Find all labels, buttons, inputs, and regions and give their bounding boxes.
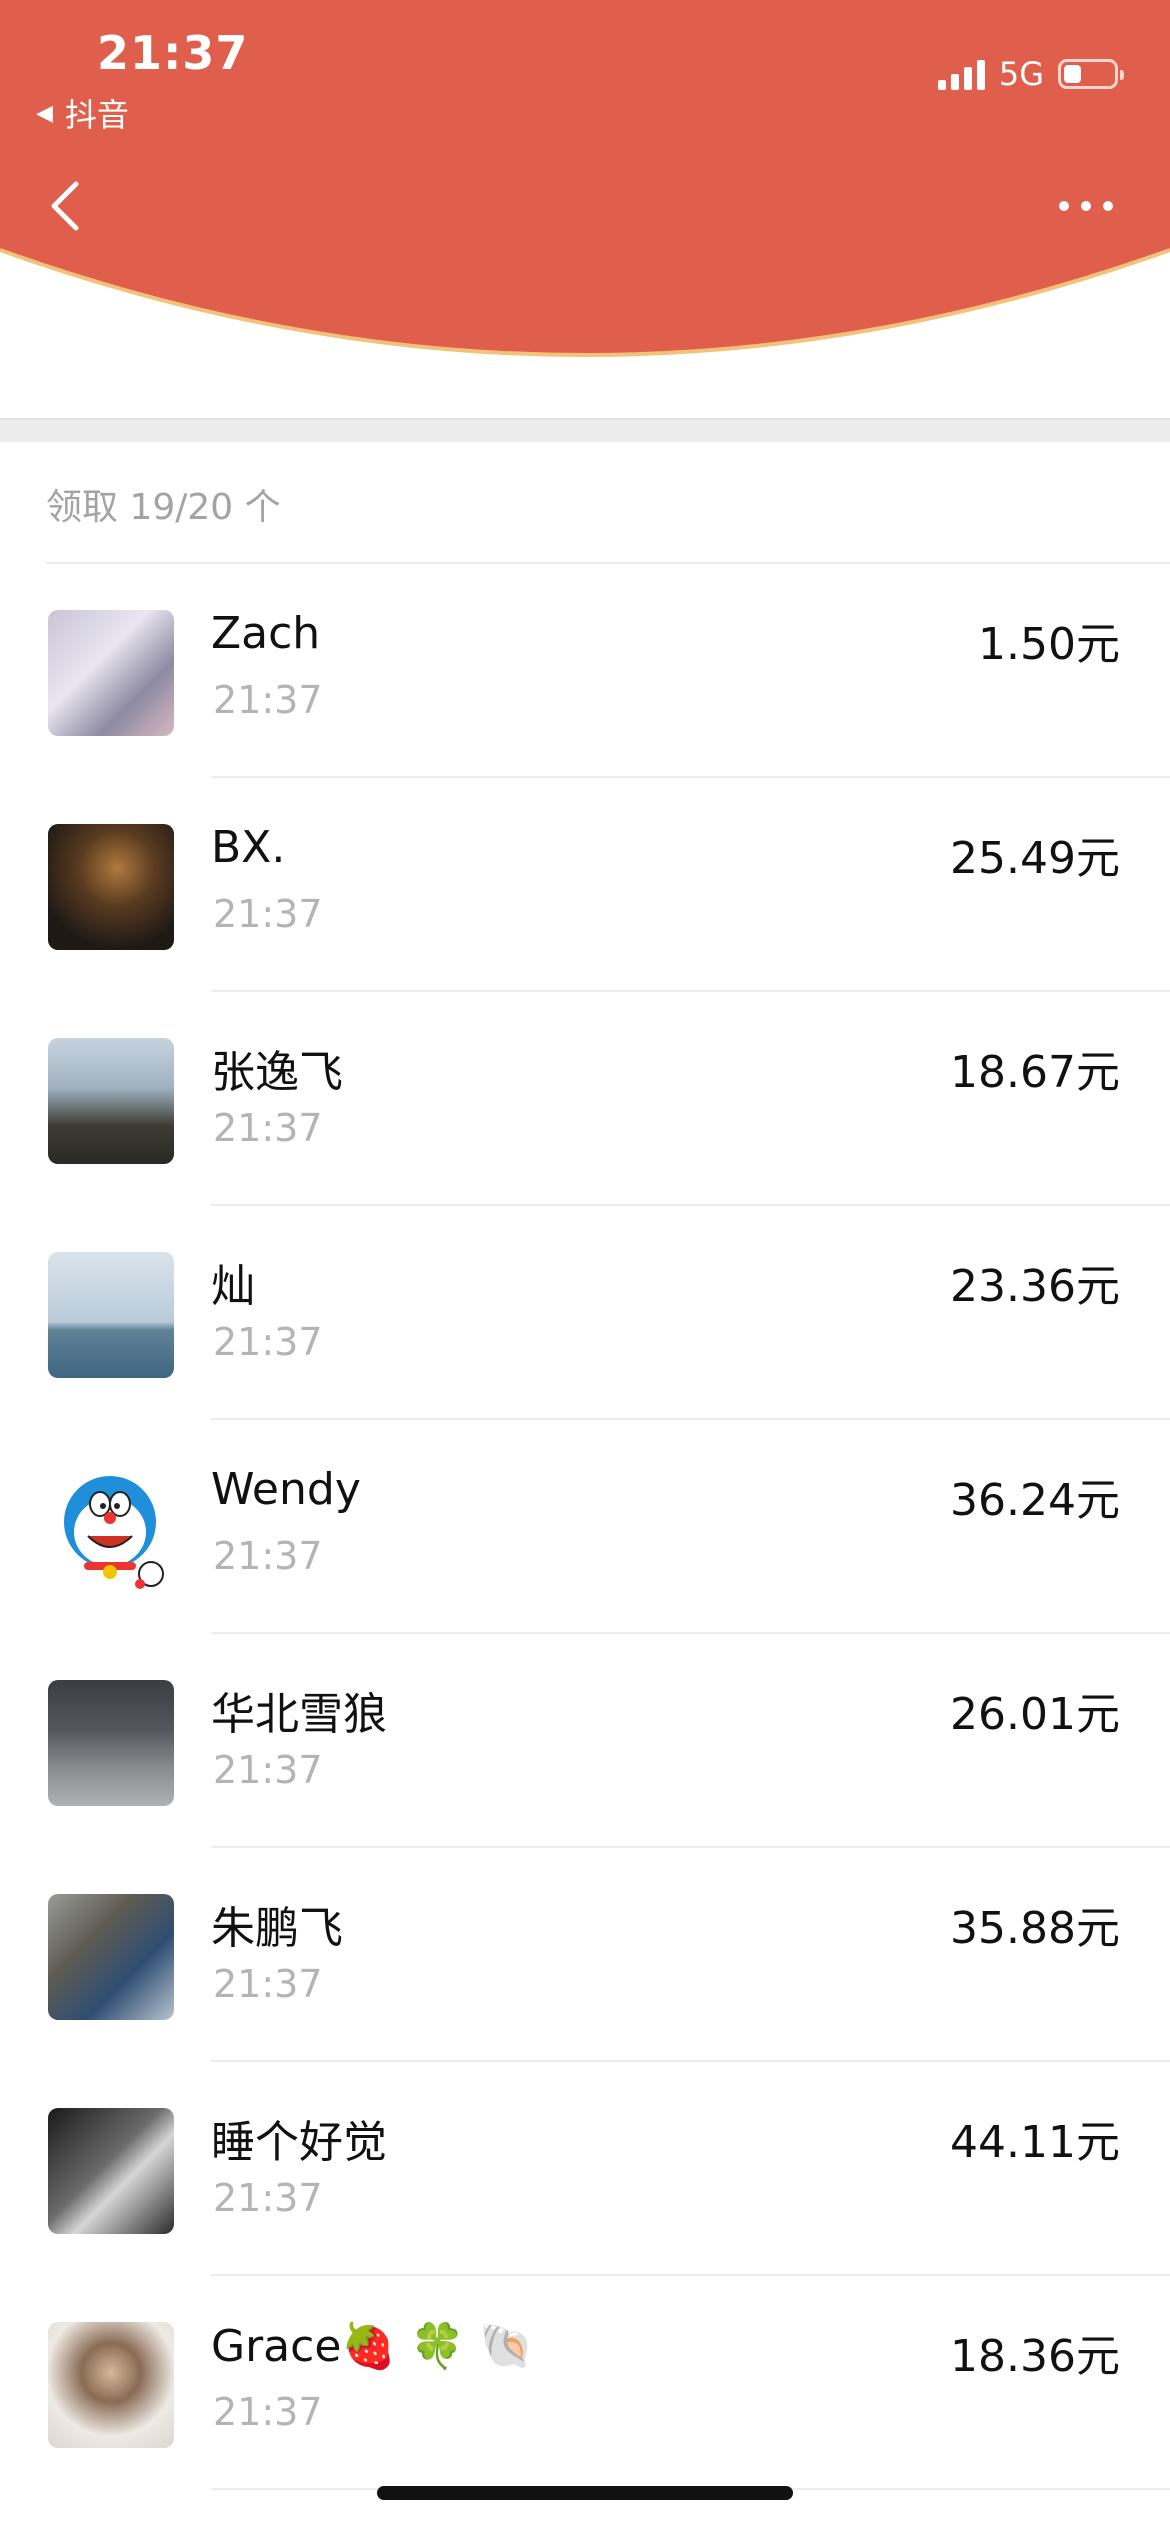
back-app-label: 抖音 [64, 96, 129, 134]
claim-summary: 领取 19/20 个 [46, 487, 281, 528]
list-item[interactable]: 朱鹏飞 21:37 35.88元 [46, 1848, 1170, 2062]
list-item[interactable]: 张逸飞 21:37 18.67元 [46, 992, 1170, 1206]
back-triangle-icon: ◀ [36, 100, 53, 126]
claim-time: 21:37 [213, 1962, 323, 2006]
recipient-name: 睡个好觉 [211, 2117, 387, 2168]
recipient-name: Grace🍓 🍀 🐚 [211, 2321, 534, 2372]
back-to-app-link[interactable]: ◀ 抖音 [36, 90, 129, 136]
recipient-name: 张逸飞 [211, 1047, 343, 1098]
list-item[interactable]: 睡个好觉 21:37 44.11元 [46, 2062, 1170, 2276]
home-indicator[interactable] [377, 2486, 793, 2500]
list-item[interactable]: 灿 21:37 23.36元 [46, 1206, 1170, 1420]
recipient-list: Zach 21:37 1.50元 BX. 21:37 25.49元 张逸飞 21… [46, 562, 1170, 2490]
avatar[interactable] [48, 2322, 174, 2448]
claim-amount: 25.49元 [950, 833, 1120, 884]
claim-time: 21:37 [213, 1320, 323, 1364]
claim-time: 21:37 [213, 1106, 323, 1150]
avatar[interactable] [48, 824, 174, 950]
claim-time: 21:37 [213, 1748, 323, 1792]
list-item[interactable]: 华北雪狼 21:37 26.01元 [46, 1634, 1170, 1848]
claim-time: 21:37 [213, 1534, 323, 1578]
claim-time: 21:37 [213, 2390, 323, 2434]
recipient-name: BX. [211, 822, 286, 873]
section-divider [0, 418, 1170, 442]
list-item[interactable]: BX. 21:37 25.49元 [46, 778, 1170, 992]
claim-amount: 1.50元 [978, 619, 1120, 670]
recipient-name: 华北雪狼 [211, 1689, 387, 1740]
battery-icon [1058, 59, 1124, 89]
ellipsis-icon[interactable] [1056, 194, 1116, 218]
chevron-left-icon[interactable] [46, 178, 86, 234]
list-item[interactable]: Wendy 21:37 36.24元 [46, 1420, 1170, 1634]
claim-amount: 23.36元 [950, 1261, 1120, 1312]
claim-amount: 26.01元 [950, 1689, 1120, 1740]
claim-amount: 36.24元 [950, 1475, 1120, 1526]
list-item[interactable]: Grace🍓 🍀 🐚 21:37 18.36元 [46, 2276, 1170, 2490]
claim-amount: 18.36元 [950, 2331, 1120, 2382]
claim-time: 21:37 [213, 892, 323, 936]
claim-time: 21:37 [213, 678, 323, 722]
doraemon-avatar-icon [64, 1476, 164, 1589]
avatar[interactable] [48, 1038, 174, 1164]
status-time: 21:37 [97, 26, 249, 80]
avatar[interactable] [48, 2108, 174, 2234]
list-item[interactable]: Zach 21:37 1.50元 [46, 564, 1170, 778]
claim-amount: 18.67元 [950, 1047, 1120, 1098]
network-type: 5G [998, 55, 1044, 93]
recipient-name: Wendy [211, 1464, 361, 1515]
avatar[interactable] [48, 1252, 174, 1378]
claim-amount: 44.11元 [950, 2117, 1120, 2168]
avatar[interactable] [48, 610, 174, 736]
status-indicators: 5G [937, 54, 1124, 94]
avatar[interactable] [48, 1894, 174, 2020]
signal-icon [937, 58, 985, 90]
avatar[interactable] [48, 1466, 174, 1592]
claim-amount: 35.88元 [950, 1903, 1120, 1954]
recipient-name: 灿 [211, 1261, 255, 1312]
recipient-name: 朱鹏飞 [211, 1903, 343, 1954]
avatar[interactable] [48, 1680, 174, 1806]
recipient-name: Zach [211, 608, 321, 659]
claim-time: 21:37 [213, 2176, 323, 2220]
